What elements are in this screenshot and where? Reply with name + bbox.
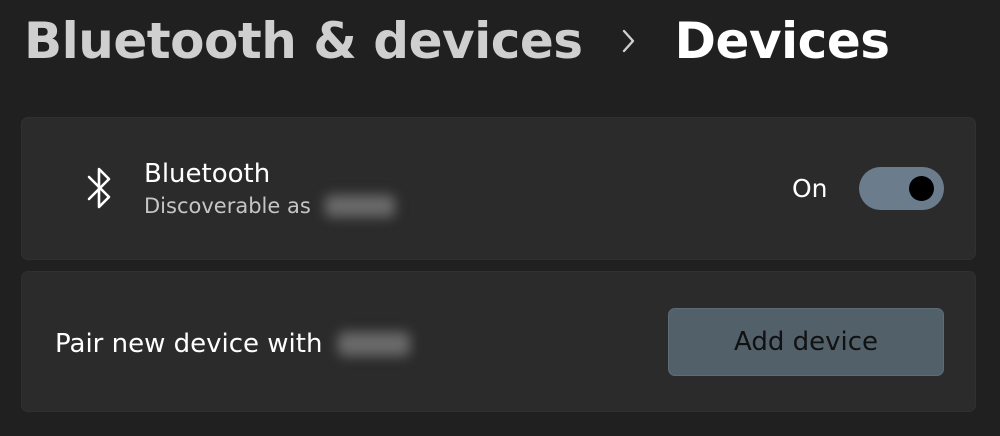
discoverable-label: Discoverable as: [144, 194, 311, 218]
bluetooth-subtitle: Discoverable as: [144, 191, 395, 221]
redacted-device-name: [324, 195, 395, 217]
bluetooth-card: Bluetooth Discoverable as On: [21, 117, 976, 260]
toggle-knob: [909, 176, 934, 201]
chevron-right-icon: [583, 28, 675, 54]
pair-device-card: Pair new device with Add device: [21, 271, 976, 412]
bluetooth-title: Bluetooth: [144, 159, 271, 189]
breadcrumb-parent-bluetooth-devices[interactable]: Bluetooth & devices: [24, 12, 583, 70]
pair-label: Pair new device with: [55, 329, 323, 359]
bluetooth-icon: [84, 165, 116, 211]
toggle-state-label: On: [792, 174, 828, 203]
bluetooth-text-group: Bluetooth Discoverable as: [144, 157, 395, 221]
add-device-button[interactable]: Add device: [668, 308, 944, 376]
bluetooth-toggle[interactable]: [859, 167, 944, 210]
pair-text-group: Pair new device with: [55, 327, 411, 361]
breadcrumb: Bluetooth & devices Devices: [24, 6, 890, 76]
page-title: Devices: [674, 12, 890, 70]
redacted-device-name: [338, 332, 411, 356]
